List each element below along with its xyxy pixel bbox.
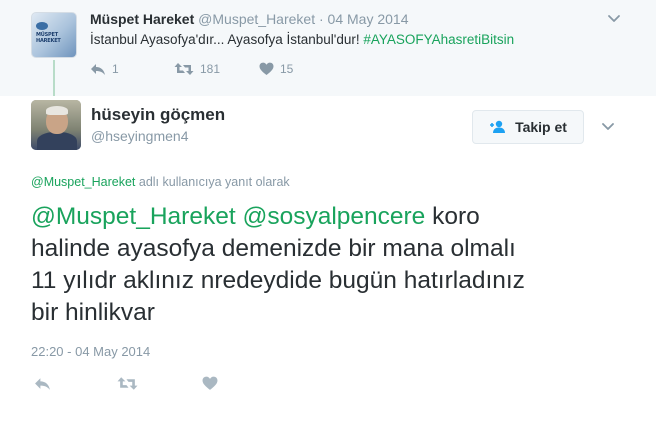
tweet-timestamp[interactable]: 22:20 - 04 May 2014 [31, 344, 150, 359]
heart-icon [202, 376, 218, 390]
reply-to-user-link[interactable]: @Muspet_Hareket [31, 175, 135, 189]
parent-like-action[interactable]: 15 [259, 62, 293, 76]
reply-arrow-icon [35, 378, 50, 390]
author-handle[interactable]: @hseyingmen4 [91, 128, 189, 144]
avatar-shirt [37, 132, 77, 150]
tweet-text: @Muspet_Hareket @sosyalpencere koro hali… [31, 201, 621, 329]
author-avatar[interactable] [31, 100, 81, 150]
retweet-icon [174, 63, 194, 75]
tweet-text-line-3: 11 yılıdr aklınız nredeydide bugün hatır… [31, 267, 525, 294]
replying-to-context: @Muspet_Hareket adlı kullanıcıya yanıt o… [31, 175, 290, 189]
parent-tweet-header: Müspet Hareket @Muspet_Hareket · 04 May … [90, 11, 409, 27]
mention-link-muspet[interactable]: @Muspet_Hareket [31, 203, 236, 230]
author-name[interactable]: hüseyin göçmen [91, 105, 225, 125]
parent-reply-count: 1 [112, 62, 119, 76]
avatar-hair [46, 106, 68, 115]
like-action[interactable] [202, 376, 218, 391]
reply-arrow-icon [91, 64, 105, 75]
parent-retweet-count: 181 [200, 62, 221, 76]
parent-date[interactable]: 04 May 2014 [328, 11, 409, 27]
retweet-action[interactable] [117, 376, 138, 391]
tweet-text-line-1: @Muspet_Hareket @sosyalpencere koro [31, 201, 621, 233]
tweet-text-line-1-rest: koro [425, 203, 480, 230]
logo-mark-icon [36, 22, 48, 30]
reply-to-text: adlı kullanıcıya yanıt olarak [135, 175, 290, 189]
thread-connector [53, 60, 55, 96]
parent-tweet-text: İstanbul Ayasofya'dır... Ayasofya İstanb… [90, 32, 514, 47]
heart-icon [259, 62, 274, 75]
person-plus-icon [490, 120, 506, 133]
reply-action[interactable] [34, 376, 51, 391]
parent-date-separator: · [318, 11, 324, 27]
mention-link-sosyalpencere[interactable]: @sosyalpencere [242, 203, 425, 230]
tweet-text-line-2: halinde ayasofya demenizde bir mana olma… [31, 235, 516, 262]
parent-tweet[interactable]: MÜSPET HAREKET Müspet Hareket @Muspet_Ha… [0, 0, 656, 96]
parent-chevron-down-icon[interactable] [604, 8, 624, 28]
parent-reply-action[interactable]: 1 [90, 62, 119, 76]
parent-hashtag-link[interactable]: #AYASOFYAhasretiBitsin [363, 32, 514, 47]
tweet-text-line-4: bir hinlikvar [31, 299, 155, 326]
more-options-chevron-down-icon[interactable] [598, 116, 618, 136]
parent-author-handle[interactable]: @Muspet_Hareket [198, 11, 315, 27]
retweet-icon [117, 377, 138, 390]
follow-button[interactable]: Takip et [472, 110, 584, 144]
parent-text-body: İstanbul Ayasofya'dır... Ayasofya İstanb… [90, 32, 364, 47]
follow-button-label: Takip et [515, 119, 567, 135]
parent-retweet-action[interactable]: 181 [174, 62, 220, 76]
parent-like-count: 15 [280, 62, 294, 76]
parent-avatar-logo: MÜSPET HAREKET [36, 32, 61, 44]
parent-author-name[interactable]: Müspet Hareket [90, 11, 194, 27]
parent-avatar[interactable]: MÜSPET HAREKET [31, 12, 77, 58]
